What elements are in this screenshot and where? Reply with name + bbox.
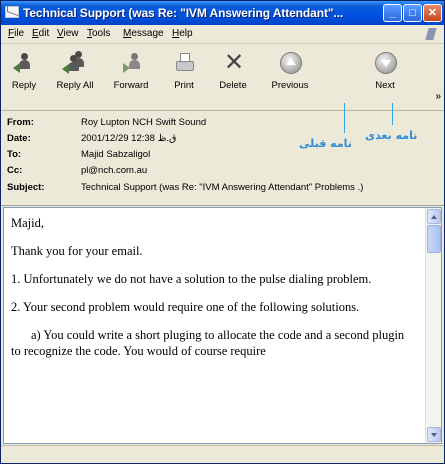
menu-tools[interactable]: Tools bbox=[87, 28, 110, 39]
menu-bar: File Edit View Tools Message Help bbox=[1, 25, 444, 44]
previous-annotation-line bbox=[344, 103, 345, 133]
greeting: Majid, bbox=[11, 216, 44, 230]
next-label: Next bbox=[375, 80, 395, 91]
delete-label: Delete bbox=[219, 80, 247, 91]
cc-label: Cc: bbox=[7, 165, 23, 176]
to-value[interactable]: Majid Sabzaligol bbox=[81, 149, 150, 160]
reply-icon bbox=[9, 50, 39, 78]
date-value: 2001/12/29 12:38 ق.ظ bbox=[81, 133, 177, 144]
scroll-down-button[interactable] bbox=[427, 427, 441, 442]
reply-label: Reply bbox=[11, 80, 37, 91]
email-message-window: Technical Support (was Re: "IVM Answerin… bbox=[0, 0, 445, 464]
down-arrow-circle-icon bbox=[370, 50, 400, 78]
date-label: Date: bbox=[7, 133, 31, 144]
from-value[interactable]: Roy Lupton NCH Swift Sound bbox=[81, 117, 206, 128]
window-title: Technical Support (was Re: "IVM Answerin… bbox=[23, 6, 344, 20]
previous-annotation: نامه قبلی bbox=[299, 137, 352, 150]
status-bar bbox=[1, 445, 444, 463]
subject-label: Subject: bbox=[7, 182, 45, 193]
message-headers: From: Roy Lupton NCH Swift Sound Date: 2… bbox=[1, 111, 444, 206]
reply-button[interactable]: Reply bbox=[5, 48, 43, 106]
envelope-icon bbox=[5, 6, 19, 18]
body-paragraph: 2. Your second problem would require one… bbox=[11, 300, 360, 314]
up-arrow-circle-icon bbox=[275, 50, 305, 78]
body-paragraph: Thank you for your email. bbox=[11, 244, 143, 258]
menu-message[interactable]: Message bbox=[123, 28, 164, 39]
menu-edit[interactable]: Edit bbox=[32, 28, 49, 39]
previous-label: Previous bbox=[271, 80, 309, 91]
cc-value[interactable]: pl@nch.com.au bbox=[81, 165, 147, 176]
delete-button[interactable]: ✕ Delete bbox=[213, 48, 253, 106]
title-bar[interactable]: Technical Support (was Re: "IVM Answerin… bbox=[1, 1, 444, 25]
print-label: Print bbox=[174, 80, 194, 91]
toolbar-overflow-chevron[interactable]: » bbox=[435, 91, 441, 102]
message-body[interactable]: Majid, Thank you for your email. 1. Unfo… bbox=[3, 207, 442, 444]
reply-all-label: Reply All bbox=[56, 80, 94, 91]
toolbar: Reply Reply All Forward Print ✕ Delete P… bbox=[1, 44, 444, 111]
reply-all-icon bbox=[60, 50, 90, 78]
menu-view[interactable]: View bbox=[57, 28, 79, 39]
maximize-button[interactable]: □ bbox=[403, 4, 422, 22]
forward-label: Forward bbox=[113, 80, 149, 91]
scroll-up-button[interactable] bbox=[427, 209, 441, 224]
message-text: Majid, Thank you for your email. 1. Unfo… bbox=[11, 215, 416, 371]
vertical-scrollbar[interactable] bbox=[425, 208, 441, 443]
menu-file[interactable]: File bbox=[8, 28, 24, 39]
next-button[interactable]: Next bbox=[367, 48, 403, 106]
close-button[interactable]: ✕ bbox=[423, 4, 442, 22]
next-annotation-line bbox=[392, 103, 393, 125]
delete-x-icon: ✕ bbox=[224, 49, 245, 76]
next-annotation: نامه بعدی bbox=[365, 129, 418, 142]
subject-value: Technical Support (was Re: "IVM Answerin… bbox=[81, 182, 364, 193]
printer-icon bbox=[169, 50, 199, 78]
from-label: From: bbox=[7, 117, 34, 128]
reply-all-button[interactable]: Reply All bbox=[51, 48, 99, 106]
print-button[interactable]: Print bbox=[165, 48, 203, 106]
body-paragraph: 1. Unfortunately we do not have a soluti… bbox=[11, 272, 372, 286]
windows-logo-icon bbox=[424, 26, 438, 42]
previous-button[interactable]: Previous bbox=[267, 48, 313, 106]
scroll-thumb[interactable] bbox=[427, 225, 441, 253]
to-label: To: bbox=[7, 149, 22, 160]
minimize-button[interactable]: _ bbox=[383, 4, 402, 22]
body-paragraph: a) You could write a short pluging to al… bbox=[11, 328, 405, 358]
menu-help[interactable]: Help bbox=[172, 28, 193, 39]
forward-button[interactable]: Forward bbox=[107, 48, 155, 106]
forward-icon bbox=[116, 50, 146, 78]
